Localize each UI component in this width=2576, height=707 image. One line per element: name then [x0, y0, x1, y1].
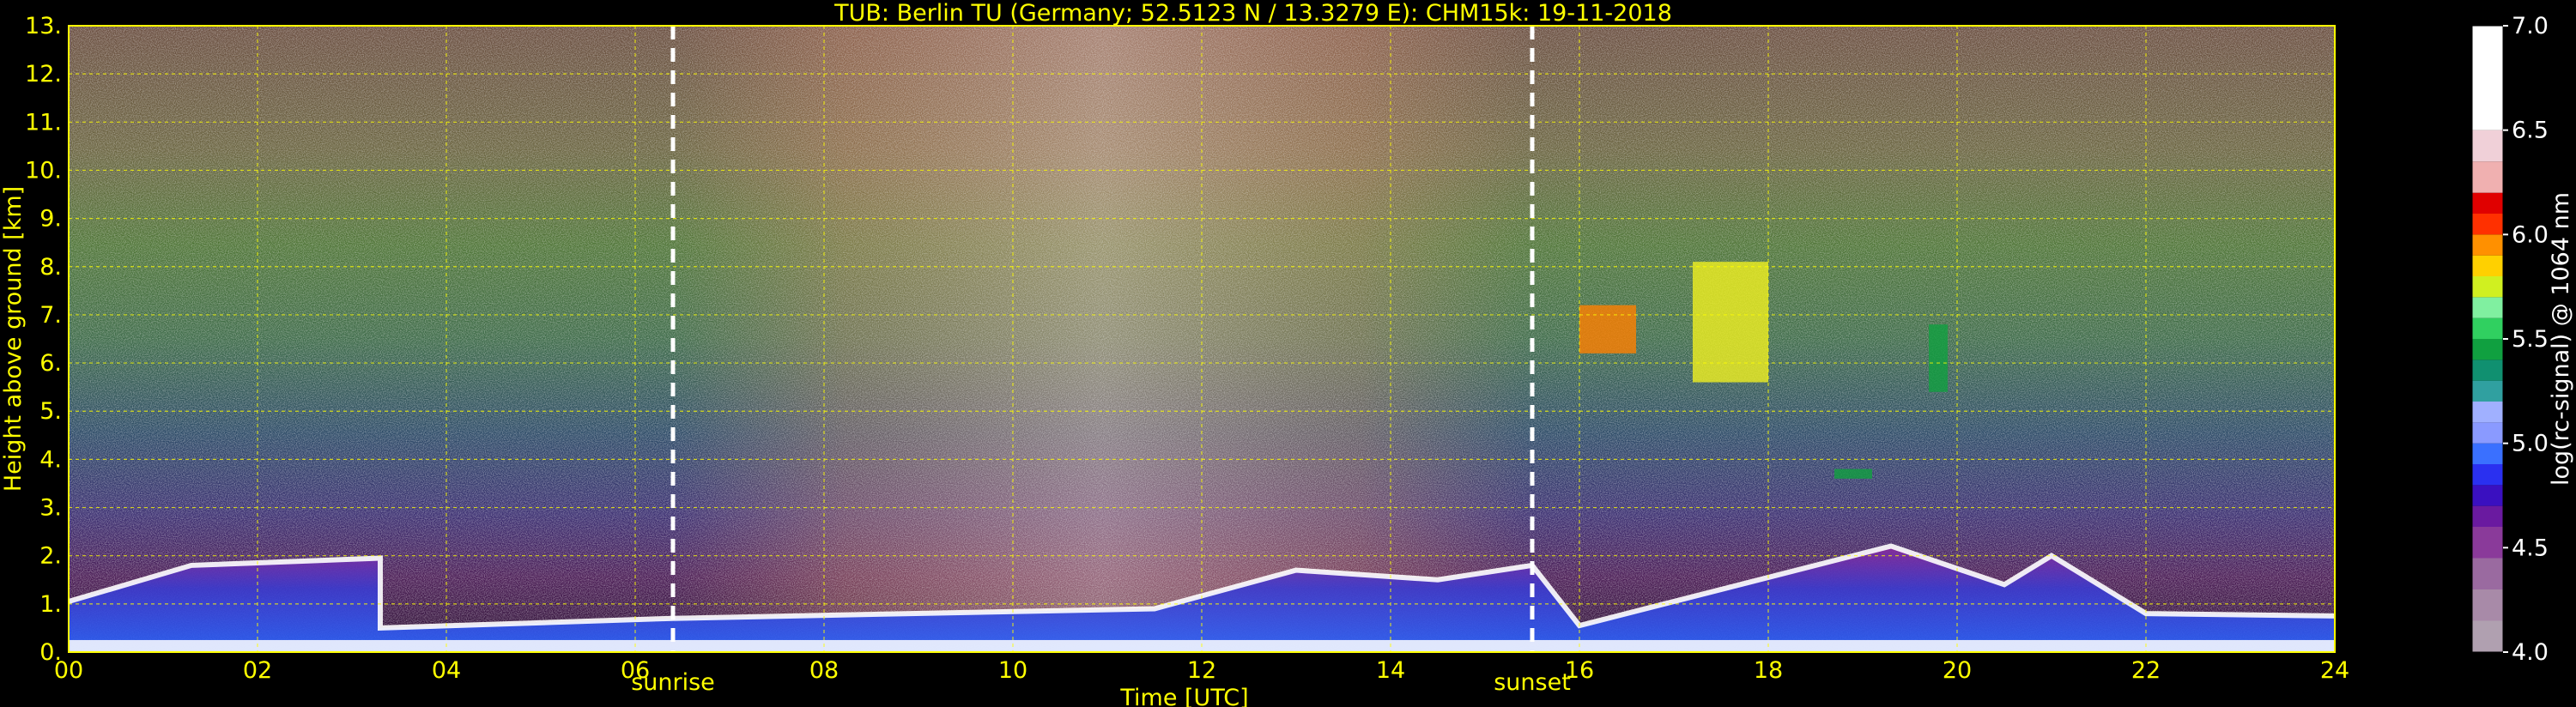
cloud-feature: [1579, 305, 1636, 354]
y-tick-label: 13.: [25, 13, 62, 39]
x-tick-label: 16: [1565, 657, 1594, 684]
x-tick-label: 10: [998, 657, 1027, 684]
x-tick-label: 08: [809, 657, 839, 684]
colorbar-tick-label: 6.5: [2512, 118, 2549, 144]
signal-noise: [69, 26, 2335, 652]
y-tick-label: 7.: [39, 302, 62, 329]
cloud-feature: [1834, 468, 1872, 479]
colorbar-segment: [2472, 505, 2503, 527]
chart-title: TUB: Berlin TU (Germany; 52.5123 N / 13.…: [833, 0, 1672, 27]
colorbar-segment: [2472, 422, 2503, 444]
lidar-quicklook-chart: sunrise sunset 0.1.2.3.4.5.6.7.8.9.10.11.…: [0, 0, 2574, 707]
x-tick-label: 04: [432, 657, 461, 684]
x-tick-label: 18: [1754, 657, 1783, 684]
colorbar-segment: [2472, 317, 2503, 339]
colorbar-label: log(rc-signal) @ 1064 nm: [2548, 192, 2574, 486]
colorbar-segment: [2472, 234, 2503, 256]
x-axis: 00 02 04 06 08 10 12 14 16 18 20 22 24: [54, 657, 2349, 684]
colorbar-segment: [2472, 443, 2503, 464]
x-tick-label: 24: [2320, 657, 2349, 684]
y-axis: 0.1.2.3.4.5.6.7.8.9.10.11.12.13.: [25, 13, 62, 666]
colorbar-segment: [2472, 380, 2503, 402]
colorbar-tick-label: 5.5: [2512, 326, 2549, 353]
y-tick-label: 9.: [39, 206, 62, 233]
x-tick-label: 06: [621, 657, 650, 684]
colorbar-tick-label: 6.0: [2512, 221, 2549, 248]
y-tick-label: 2.: [39, 543, 62, 570]
colorbar-segment: [2472, 339, 2503, 360]
colorbar-segment: [2472, 527, 2503, 559]
y-tick-label: 11.: [25, 109, 62, 136]
colorbar-segment: [2472, 192, 2503, 214]
colorbar-tick-label: 7.0: [2512, 13, 2549, 39]
y-tick-label: 5.: [39, 398, 62, 425]
y-tick-label: 6.: [39, 350, 62, 377]
colorbar-segment: [2472, 360, 2503, 381]
y-tick-label: 3.: [39, 495, 62, 522]
x-tick-label: 22: [2131, 657, 2161, 684]
colorbar: 4.0 4.5 5.0 5.5 6.0 6.5 7.0: [2471, 13, 2549, 666]
y-tick-label: 4.: [39, 446, 62, 473]
colorbar-segment: [2472, 485, 2503, 506]
colorbar-segment: [2472, 297, 2503, 318]
colorbar-segment: [2472, 214, 2503, 235]
colorbar-segment: [2472, 464, 2503, 486]
cloud-feature: [1929, 324, 1948, 392]
x-tick-label: 14: [1376, 657, 1405, 684]
colorbar-tick-label: 4.0: [2512, 639, 2549, 666]
colorbar-tick-label: 5.0: [2512, 431, 2549, 457]
x-tick-label: 00: [54, 657, 83, 684]
colorbar-tick-label: 4.5: [2512, 535, 2549, 561]
y-tick-label: 12.: [25, 61, 62, 88]
colorbar-segment: [2472, 402, 2503, 423]
colorbar-segment: [2472, 276, 2503, 298]
x-tick-label: 02: [243, 657, 272, 684]
colorbar-segment: [2472, 589, 2503, 621]
x-tick-label: 12: [1187, 657, 1216, 684]
colorbar-segment: [2472, 620, 2503, 652]
event-label-sunset: sunset: [1494, 669, 1571, 696]
y-tick-label: 1.: [39, 591, 62, 618]
plot-area: [69, 26, 2335, 652]
y-tick-label: 8.: [39, 254, 62, 281]
x-axis-label: Time [UTC]: [1119, 685, 1248, 707]
y-axis-label: Height above ground [km]: [0, 186, 27, 492]
cloud-feature: [1693, 262, 1768, 383]
colorbar-segment: [2472, 161, 2503, 193]
colorbar-segment: [2472, 558, 2503, 589]
colorbar-segment: [2472, 255, 2503, 276]
colorbar-segment: [2472, 130, 2503, 162]
y-tick-label: 10.: [25, 157, 62, 184]
colorbar-segment: [2472, 26, 2503, 130]
x-tick-label: 20: [1943, 657, 1972, 684]
